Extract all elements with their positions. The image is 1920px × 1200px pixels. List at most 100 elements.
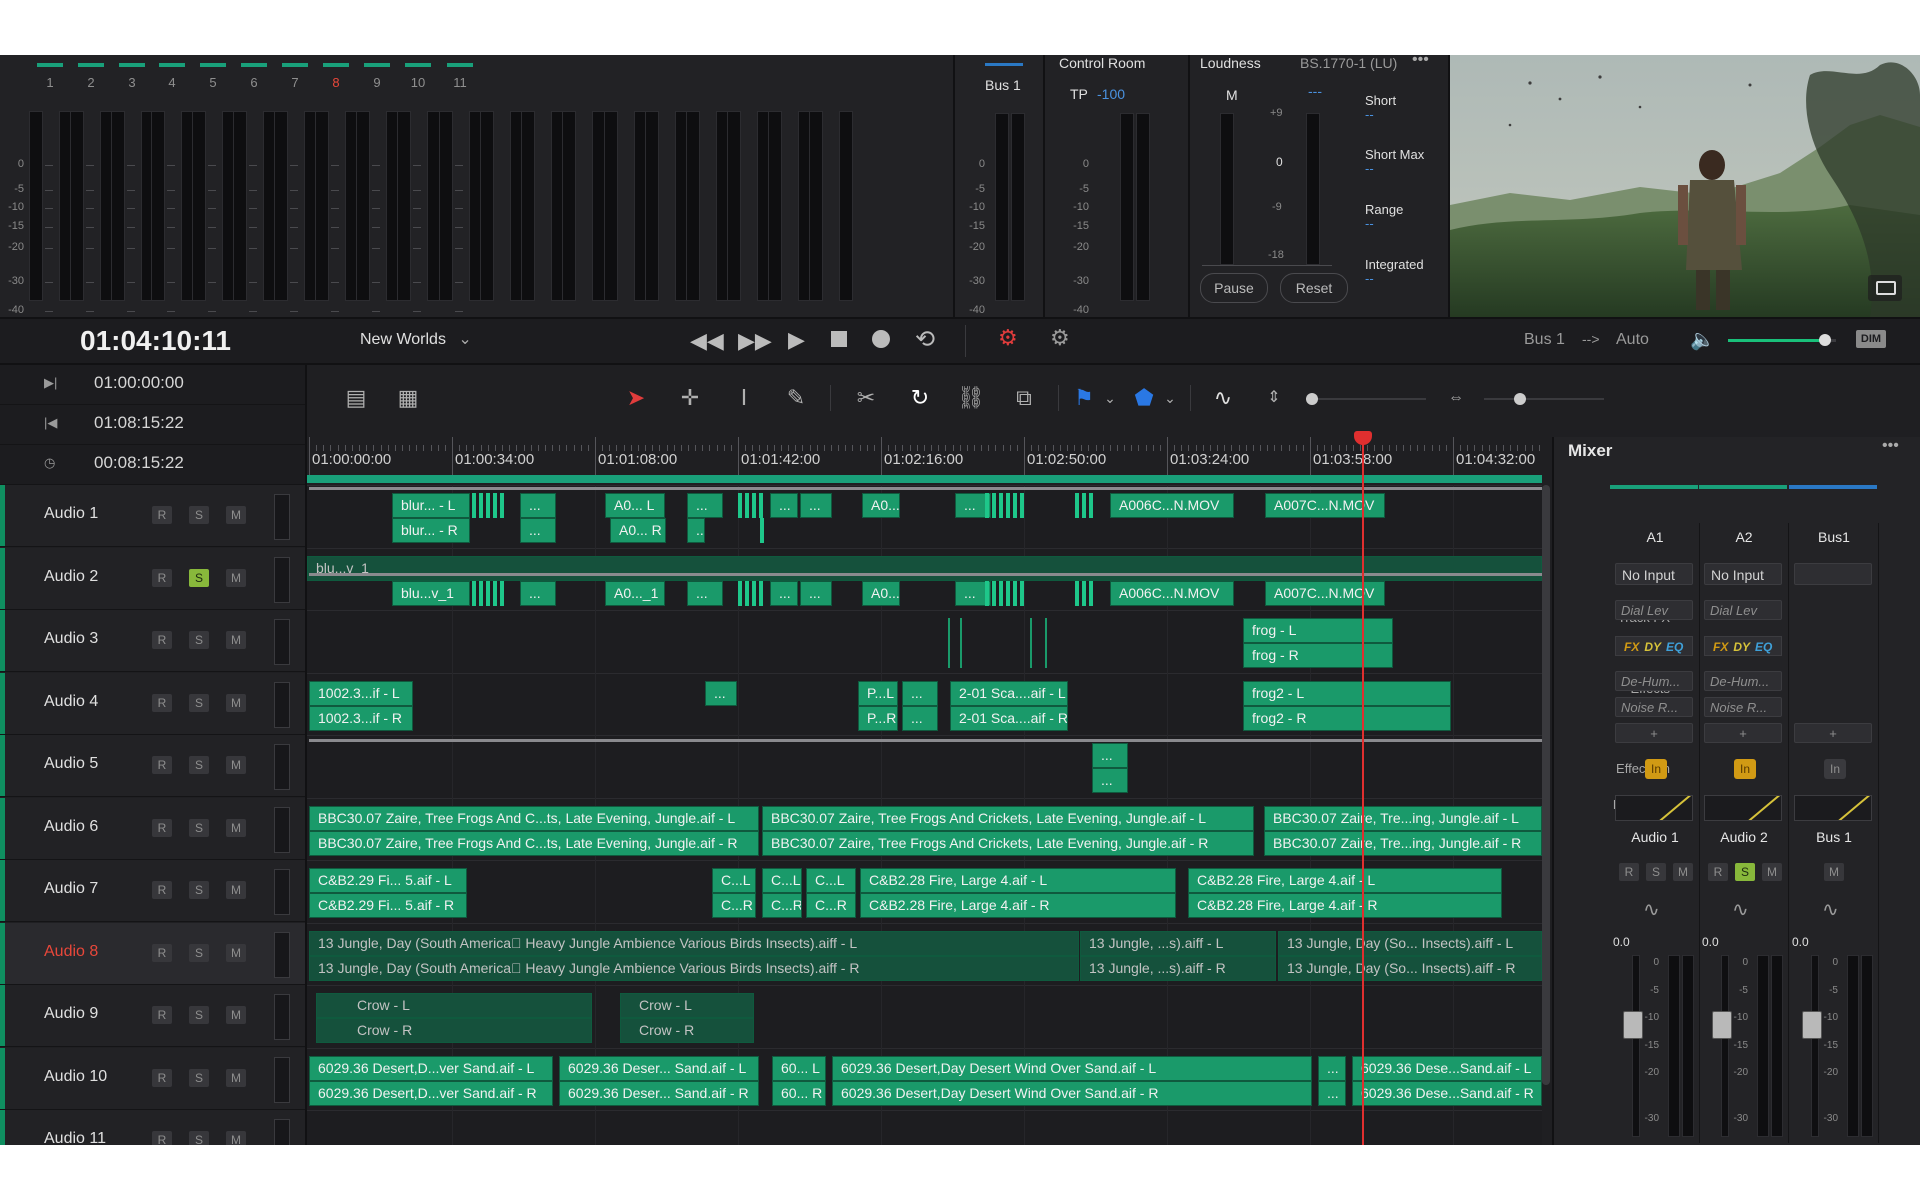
audio-clip[interactable]: frog2 - R bbox=[1243, 705, 1451, 731]
audio-clip[interactable]: blu...v_1 bbox=[307, 555, 1542, 581]
effect-slot[interactable]: De-Hum... bbox=[1704, 671, 1782, 691]
track-name[interactable]: Audio 8 bbox=[44, 943, 98, 961]
audio-clip[interactable]: BBC30.07 Zaire, Tree Frogs And C...ts, L… bbox=[309, 830, 759, 856]
timecode-value[interactable]: 01:08:15:22 bbox=[94, 413, 184, 433]
loudness-reset-button[interactable]: Reset bbox=[1280, 273, 1348, 303]
order-button[interactable]: FX DY EQ bbox=[1615, 636, 1693, 656]
track-r-button[interactable]: R bbox=[152, 1131, 172, 1145]
audio-clip[interactable]: ... bbox=[520, 580, 556, 606]
loop-button[interactable]: ⟲ bbox=[915, 325, 935, 354]
fast-forward-button[interactable]: ▶▶ bbox=[738, 328, 772, 354]
audio-clip[interactable]: P...L bbox=[858, 680, 898, 706]
effects-in-button[interactable]: In bbox=[1824, 759, 1846, 779]
audio-clip[interactable]: Crow - L bbox=[316, 993, 592, 1018]
track-r-button[interactable]: R bbox=[152, 506, 172, 524]
effects-in-button[interactable]: In bbox=[1645, 759, 1667, 779]
audio-clip[interactable]: 60... L bbox=[772, 1055, 826, 1081]
monitor-volume-slider[interactable] bbox=[1728, 334, 1836, 346]
audio-clip[interactable]: C...R bbox=[762, 893, 802, 918]
audio-clip[interactable]: C&B2.29 Fi... 5.aif - L bbox=[309, 868, 467, 893]
audio-clip[interactable]: ... bbox=[902, 680, 938, 706]
audio-clip[interactable]: frog2 - L bbox=[1243, 680, 1451, 706]
audio-clip[interactable]: BBC30.07 Zaire, Tre...ing, Jungle.aif - … bbox=[1264, 830, 1542, 856]
track-name[interactable]: Audio 2 bbox=[44, 568, 98, 586]
track-m-button[interactable]: M bbox=[226, 506, 246, 524]
track-m-button[interactable]: M bbox=[226, 1006, 246, 1024]
razor-tool-icon[interactable]: ✂ bbox=[850, 382, 882, 414]
audio-clip[interactable]: A0..._1 bbox=[605, 580, 665, 606]
effects-in-button[interactable]: In bbox=[1734, 759, 1756, 779]
waveform-zoom-icon[interactable]: ∿ bbox=[1207, 382, 1239, 414]
audio-clip[interactable]: BBC30.07 Zaire, Tree Frogs And Crickets,… bbox=[762, 805, 1254, 831]
horizontal-zoom-knob[interactable] bbox=[1514, 393, 1526, 405]
viewer-fullscreen-icon[interactable] bbox=[1876, 281, 1896, 295]
mixer-m-button[interactable]: M bbox=[1673, 863, 1693, 881]
vertical-zoom-icon[interactable]: ⇕ bbox=[1258, 382, 1290, 414]
fader-knob[interactable] bbox=[1802, 1011, 1822, 1039]
audio-clip[interactable]: 6029.36 Desert,D...ver Sand.aif - R bbox=[309, 1080, 553, 1106]
auto-trim-icon[interactable]: ⧉ bbox=[1008, 382, 1040, 414]
loudness-more-icon[interactable]: ••• bbox=[1412, 55, 1429, 69]
fader-knob[interactable] bbox=[1623, 1011, 1643, 1039]
audio-clip[interactable]: A0...OV bbox=[862, 493, 900, 518]
audio-clip[interactable]: A006C...N.MOV bbox=[1110, 493, 1234, 518]
audio-clip[interactable]: Crow - R bbox=[316, 1018, 592, 1043]
audio-clip[interactable]: A0... R bbox=[610, 518, 666, 543]
track-r-button[interactable]: R bbox=[152, 943, 172, 962]
audio-clip[interactable]: ... bbox=[902, 705, 938, 731]
track-s-button[interactable]: S bbox=[189, 756, 209, 774]
track-r-button[interactable]: R bbox=[152, 756, 172, 774]
track-s-button[interactable]: S bbox=[189, 943, 209, 962]
audio-clip[interactable]: 13 Jungle, Day (South America  Heavy Jun… bbox=[309, 955, 1079, 981]
stop-button[interactable] bbox=[831, 331, 847, 347]
horizontal-zoom-icon[interactable]: ⇔ bbox=[1440, 382, 1472, 414]
audio-clip[interactable]: 2-01 Sca....aif - L bbox=[950, 680, 1068, 706]
audio-clip[interactable]: 13 Jungle, ...s).aiff - L bbox=[1080, 930, 1276, 956]
mixer-r-button[interactable]: R bbox=[1619, 863, 1639, 881]
track-header-9[interactable]: Audio 9 RSM bbox=[0, 985, 305, 1047]
track-s-button[interactable]: S bbox=[189, 1131, 209, 1145]
effect-slot[interactable]: Noise R... bbox=[1615, 697, 1693, 717]
add-effect-button[interactable]: + bbox=[1615, 723, 1693, 743]
track-header-10[interactable]: Audio 10 R S M bbox=[0, 1047, 305, 1110]
track-m-button[interactable]: M bbox=[226, 693, 246, 712]
track-r-button[interactable]: R bbox=[152, 818, 172, 837]
audio-clip[interactable]: C&B2.28 Fire, Large 4.aif - L bbox=[860, 868, 1176, 893]
track-m-button[interactable]: M bbox=[226, 818, 246, 837]
add-effect-button[interactable]: + bbox=[1704, 723, 1782, 743]
gain-value[interactable]: 0.0 bbox=[1792, 935, 1809, 949]
audio-clip[interactable]: 6029.36 Dese...Sand.aif - R bbox=[1352, 1080, 1542, 1106]
link-icon[interactable]: ⛓ bbox=[955, 382, 987, 414]
audio-clip[interactable]: 6029.36 Deser... Sand.aif - R bbox=[559, 1080, 759, 1106]
loudness-pause-button[interactable]: Pause bbox=[1200, 273, 1268, 303]
fader-knob[interactable] bbox=[1712, 1011, 1732, 1039]
marker-dropdown-icon[interactable]: ⌄ bbox=[1154, 382, 1186, 414]
automation-settings-icon[interactable]: ⚙ bbox=[1050, 325, 1070, 351]
track-s-button[interactable]: S bbox=[189, 631, 209, 649]
snapping-icon[interactable]: ↻ bbox=[904, 382, 936, 414]
track-fx-select[interactable]: Dial Lev bbox=[1704, 600, 1782, 620]
audio-clip[interactable]: ... bbox=[520, 493, 556, 518]
audio-clip[interactable]: frog - L bbox=[1243, 618, 1393, 643]
audio-clip[interactable]: ... bbox=[705, 680, 737, 706]
track-m-button[interactable]: M bbox=[226, 568, 246, 587]
flag-dropdown-icon[interactable]: ⌄ bbox=[1094, 382, 1126, 414]
track-r-button[interactable]: R bbox=[152, 631, 172, 649]
track-fx-select[interactable]: Dial Lev bbox=[1615, 600, 1693, 620]
audio-clip[interactable]: C&B2.29 Fi... 5.aif - R bbox=[309, 893, 467, 918]
audio-clip[interactable]: ... bbox=[800, 580, 832, 606]
audio-clip[interactable]: BBC30.07 Zaire, Tre...ing, Jungle.aif - … bbox=[1264, 805, 1542, 831]
dynamics-graph[interactable] bbox=[1615, 795, 1693, 821]
audio-clip[interactable]: frog - R bbox=[1243, 643, 1393, 668]
audio-clip[interactable]: 60... R bbox=[772, 1080, 826, 1106]
gain-value[interactable]: 0.0 bbox=[1613, 935, 1630, 949]
audio-clip[interactable]: blur... - L bbox=[392, 493, 470, 518]
input-select[interactable]: No Input bbox=[1704, 563, 1782, 585]
mixer-m-button[interactable]: M bbox=[1824, 863, 1844, 881]
track-header-2[interactable]: Audio 2 RSM bbox=[0, 547, 305, 610]
audio-clip[interactable]: C...L bbox=[806, 868, 856, 893]
audio-clip[interactable]: BBC30.07 Zaire, Tree Frogs And C...ts, L… bbox=[309, 805, 759, 831]
track-m-button[interactable]: M bbox=[226, 631, 246, 649]
play-button[interactable]: ▶ bbox=[788, 327, 805, 353]
rewind-button[interactable]: ◀◀ bbox=[690, 328, 724, 354]
